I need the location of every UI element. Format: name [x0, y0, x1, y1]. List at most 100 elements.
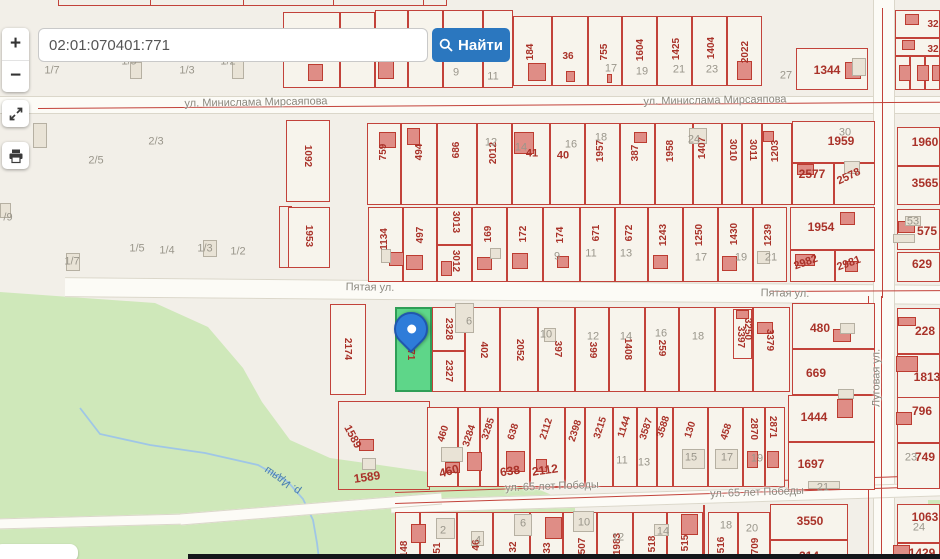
parcel[interactable]	[437, 123, 477, 205]
parcel[interactable]	[403, 207, 437, 282]
parcel-number: 1092	[302, 144, 313, 168]
building-red	[917, 65, 929, 81]
building-gray	[852, 58, 866, 76]
building-red	[896, 412, 912, 425]
parcel-number: 184	[525, 43, 536, 61]
building-red	[607, 74, 612, 83]
parcel[interactable]	[742, 123, 762, 205]
map-label: 20	[745, 522, 759, 535]
building-red	[308, 64, 323, 81]
parcel-number: 1444	[800, 410, 828, 424]
parcel[interactable]	[615, 207, 648, 282]
map-label: 1/7	[44, 64, 60, 77]
parcel-number: 399	[587, 341, 598, 359]
parcel-number: 32	[927, 19, 939, 30]
map-label: 1/2	[230, 245, 246, 258]
parcel-number: 629	[911, 257, 933, 271]
building-gray	[381, 249, 391, 263]
parcel-number: 709	[750, 537, 761, 555]
building-red	[902, 40, 915, 50]
parcel-number: 507	[577, 537, 588, 555]
map-label: 17	[604, 62, 618, 75]
parcel-number: 638	[499, 462, 521, 480]
parcel-number: 686	[451, 141, 462, 159]
parcel-number: 2870	[748, 417, 759, 441]
building-red	[512, 253, 528, 269]
building-red	[545, 517, 562, 539]
parcel-number: 3011	[747, 139, 758, 161]
map-label: 9	[553, 250, 561, 263]
parcel[interactable]	[708, 407, 743, 487]
map-canvas[interactable]: 184 36 755 1604 1425 1404 2022 1344 32 32 1092 759 4…	[0, 0, 940, 559]
map-label: 6	[519, 517, 527, 530]
parcel-number: 2871	[767, 415, 778, 439]
map-label: 1/4	[159, 244, 175, 257]
map-label: 1/5	[129, 242, 145, 255]
parcel[interactable]	[550, 123, 585, 205]
building-red	[411, 524, 426, 543]
parcel-number: 1954	[807, 220, 835, 234]
map-label: 17	[720, 451, 734, 464]
parcel-number: 1425	[671, 37, 682, 61]
parcel-number: 671	[591, 224, 602, 242]
map-label: 1/7	[64, 255, 80, 268]
parcel[interactable]	[679, 307, 715, 392]
search-button[interactable]: Найти	[432, 28, 510, 62]
print-button[interactable]	[2, 142, 29, 169]
parcel-number: 1958	[665, 139, 676, 163]
parcel-number: 172	[518, 225, 529, 243]
parcel-number: 2327	[443, 359, 454, 383]
parcel-number: 397	[552, 340, 563, 358]
parcel-number: 259	[656, 339, 667, 357]
parcel-number: 497	[415, 226, 426, 244]
zoom-control: + −	[2, 28, 29, 92]
parcel-number: 575	[916, 224, 938, 238]
parcel[interactable]	[580, 207, 615, 282]
parcel[interactable]	[792, 303, 875, 349]
parcel-number: 1953	[303, 224, 314, 248]
parcel-number: 1813	[913, 370, 940, 384]
parcel[interactable]	[543, 207, 580, 282]
parcel-number: 32	[927, 44, 939, 55]
parcel-number: 796	[911, 404, 933, 418]
search-button-label: Найти	[458, 36, 503, 54]
map-label: 24	[687, 133, 701, 146]
parcel[interactable]	[472, 207, 507, 282]
cadastral-boundary	[881, 296, 882, 559]
parcel-number: 387	[630, 144, 641, 162]
zoom-out-button[interactable]: −	[2, 60, 29, 92]
printer-icon	[9, 149, 22, 163]
cadastral-boundary	[279, 206, 280, 268]
search-input[interactable]	[38, 28, 428, 62]
zoom-in-button[interactable]: +	[2, 28, 29, 60]
parcel[interactable]	[507, 207, 543, 282]
map-label: 30	[838, 126, 852, 139]
map-label: 53	[906, 215, 920, 228]
map-label: 24	[912, 521, 926, 534]
building-red	[837, 399, 853, 418]
cadastral-boundary	[150, 0, 151, 6]
cadastral-boundary	[882, 8, 883, 298]
fullscreen-button[interactable]	[2, 100, 29, 127]
building-red	[840, 212, 855, 225]
parcel-number: 3013	[450, 210, 461, 234]
parcel-number: 32	[508, 541, 519, 553]
parcel-number: 228	[914, 324, 936, 338]
map-label: 12	[586, 330, 600, 343]
map-label: 19	[734, 251, 748, 264]
parcel-number: 36	[562, 51, 574, 62]
map-label: 27	[779, 69, 793, 82]
parcel-number: 494	[414, 143, 425, 161]
parcel[interactable]	[792, 349, 875, 395]
building-red	[898, 317, 916, 326]
parcel-number: 516	[716, 536, 727, 554]
expand-icon	[9, 107, 22, 120]
building-red	[406, 255, 423, 270]
parcel[interactable]	[673, 407, 708, 487]
map-label: 10	[539, 328, 553, 341]
building-gray	[840, 323, 855, 334]
map-label: 13	[637, 456, 651, 469]
parcel[interactable]	[722, 123, 742, 205]
building-red	[389, 252, 404, 266]
cadastral-map-app: 184 36 755 1604 1425 1404 2022 1344 32 32 1092 759 4…	[0, 0, 940, 559]
